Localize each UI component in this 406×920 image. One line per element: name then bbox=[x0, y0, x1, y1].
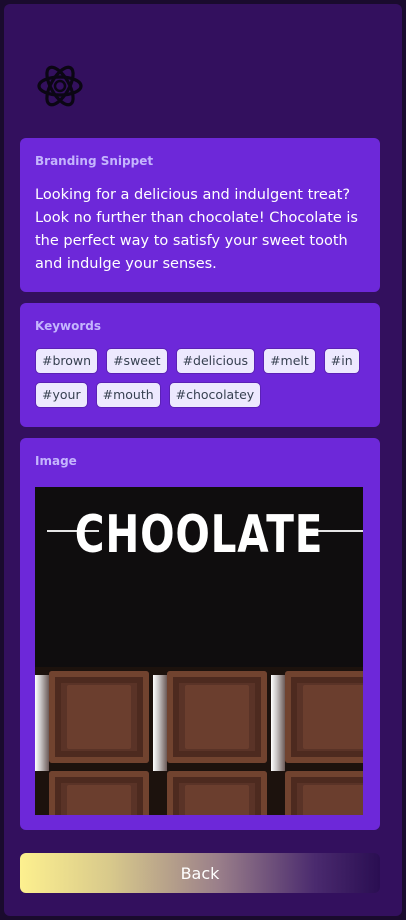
back-button[interactable]: Back bbox=[20, 853, 380, 893]
chocolate-image: CHOOLATE bbox=[35, 487, 363, 815]
branding-snippet-text: Looking for a delicious and indulgent tr… bbox=[35, 187, 358, 272]
keyword-list: #brown #sweet #delicious #melt #in #your… bbox=[35, 348, 365, 408]
app-screen: Branding Snippet Looking for a delicious… bbox=[4, 4, 402, 916]
brand-logo-icon bbox=[34, 60, 86, 112]
card-title: Keywords bbox=[35, 319, 102, 333]
card-title: Branding Snippet bbox=[35, 154, 154, 168]
keywords-card: Keywords #brown #sweet #delicious #melt … bbox=[20, 303, 380, 427]
keyword-chip[interactable]: #your bbox=[35, 382, 88, 408]
keyword-chip[interactable]: #mouth bbox=[95, 382, 161, 408]
card-title: Image bbox=[35, 454, 77, 468]
image-card: Image CHOOLATE bbox=[20, 438, 380, 830]
keyword-chip[interactable]: #delicious bbox=[175, 348, 256, 374]
keyword-chip[interactable]: #brown bbox=[35, 348, 99, 374]
image-heading-text: CHOOLATE bbox=[74, 505, 324, 565]
chocolate-bar-picture bbox=[35, 667, 363, 815]
keyword-chip[interactable]: #melt bbox=[263, 348, 316, 374]
branding-snippet-card: Branding Snippet Looking for a delicious… bbox=[20, 138, 380, 292]
keyword-chip[interactable]: #chocolatey bbox=[168, 382, 262, 408]
keyword-chip[interactable]: #sweet bbox=[106, 348, 168, 374]
keyword-chip[interactable]: #in bbox=[323, 348, 360, 374]
